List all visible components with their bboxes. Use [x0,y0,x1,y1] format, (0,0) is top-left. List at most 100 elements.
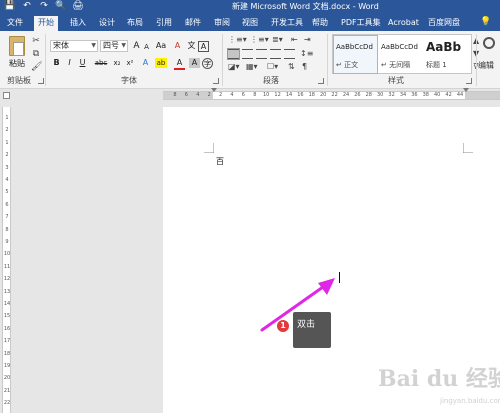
show-marks-icon[interactable]: ¶ [302,62,307,72]
ribbon-home: 粘贴 ✂ ⧉ 🖌 剪贴板 宋体 ▼ 四号 ▼ A A Aa A 文 A B I … [0,31,500,89]
character-shading-button[interactable]: A [189,58,200,68]
multilevel-list-icon[interactable]: ≣▾ [272,35,283,45]
line-spacing-icon[interactable]: ↕≡ [300,49,313,59]
tab-baidu-netdisk[interactable]: 百度网盘 [424,16,464,31]
vertical-ruler-tick-label: 3 [5,164,9,171]
ruler-tick-label: 12 [274,92,281,98]
vertical-ruler-tick-label: 15 [3,313,11,320]
tab-pdf-tools[interactable]: PDF工具集 [337,16,385,31]
tab-references[interactable]: 引用 [152,16,176,31]
shrink-font-button[interactable]: A [141,42,152,52]
style-no-spacing[interactable]: AaBbCcDd ↵ 无间隔 [379,36,422,73]
title-bar: 💾 ↶ ↷ 🔍 🖨 新建 Microsoft Word 文档.docx - Wo… [0,0,500,13]
ruler-tick-label: 36 [411,92,418,98]
distributed-button[interactable] [284,49,295,59]
ruler-tick-label: 28 [365,92,372,98]
superscript-button[interactable]: x² [124,58,136,68]
enclose-characters-button[interactable]: 字 [202,58,213,69]
font-color-button[interactable]: A [174,58,185,70]
lightbulb-icon[interactable]: 💡 [480,16,492,28]
tab-mailings[interactable]: 邮件 [181,16,205,31]
subscript-button[interactable]: x₂ [111,58,123,68]
ruler-tick-label: 26 [354,92,361,98]
paste-icon[interactable] [9,36,25,56]
vertical-ruler-tick-label: 13 [3,288,11,295]
ruler-margin-right [465,92,500,99]
align-left-button[interactable] [227,48,240,60]
styles-launcher-icon[interactable] [466,78,472,84]
horizontal-ruler[interactable]: 8 6 4 2 2 4 6 8 10 12 14 16 18 20 22 24 26 28 30 32 34 36 38 40… [163,91,500,100]
ruler-tick-label: 4 [230,92,234,98]
borders-icon[interactable]: ▦▾ [246,62,258,72]
increase-indent-icon[interactable]: ⇥ [304,35,311,45]
bold-button[interactable]: B [51,58,62,68]
save-icon[interactable]: 💾 [4,1,16,12]
justify-button[interactable] [270,49,281,59]
underline-button[interactable]: U [77,58,88,68]
shading-icon[interactable]: ◪▾ [228,62,240,72]
clear-formatting-button[interactable]: A [172,41,183,51]
decrease-indent-icon[interactable]: ⇤ [291,35,298,45]
copy-icon[interactable]: ⧉ [31,49,41,59]
tab-selector[interactable] [3,92,10,99]
editing-button-label[interactable]: 编辑 [478,61,494,71]
undo-icon[interactable]: ↶ [21,1,33,12]
vertical-ruler[interactable]: 1 2 1 2 3 4 5 6 7 8 9 10 11 12 13 14 15 16 17 18 19 20 21 22 [2,107,11,413]
first-line-indent-marker[interactable] [211,88,217,92]
search-icon[interactable] [483,37,495,49]
style-heading-1[interactable]: AaBb 标题 1 [424,36,467,73]
vertical-ruler-tick-label: 12 [3,276,11,283]
font-size-value: 四号 [103,41,119,50]
bullets-icon[interactable]: ⋮≡▾ [228,35,247,45]
text-effects-button[interactable]: A [140,58,151,68]
font-launcher-icon[interactable] [213,78,219,84]
style-normal[interactable]: AaBbCcDd ↵ 正文 [333,35,378,74]
vertical-ruler-tick-label: 1 [5,115,9,121]
tab-acrobat[interactable]: Acrobat [384,16,423,31]
tab-layout[interactable]: 布局 [123,16,147,31]
strikethrough-button[interactable]: abc [93,58,109,68]
change-case-button[interactable]: Aa [154,41,168,51]
tab-developer[interactable]: 开发工具 [267,16,307,31]
tab-home[interactable]: 开始 [34,16,58,31]
cut-icon[interactable]: ✂ [31,36,41,46]
character-border-button[interactable]: A [198,41,209,52]
redo-icon[interactable]: ↷ [38,1,50,12]
paste-button-label[interactable]: 粘贴 [9,59,25,69]
paragraph-launcher-icon[interactable] [318,78,324,84]
horizontal-ruler-row: 8 6 4 2 2 4 6 8 10 12 14 16 18 20 22 24 26 28 30 32 34 36 38 40… [0,90,500,101]
chevron-down-icon: ▼ [91,42,96,49]
tab-help[interactable]: 帮助 [308,16,332,31]
clipboard-launcher-icon[interactable] [38,78,44,84]
tab-file[interactable]: 文件 [3,16,27,31]
print-preview-icon[interactable]: 🔍 [55,1,67,12]
quick-access-toolbar: 💾 ↶ ↷ 🔍 🖨 [4,1,84,12]
font-size-select[interactable]: 四号 ▼ [100,40,128,52]
tab-review[interactable]: 审阅 [210,16,234,31]
numbering-icon[interactable]: ⋮≡▾ [250,35,269,45]
italic-button[interactable]: I [64,58,75,68]
align-center-button[interactable] [242,49,253,59]
document-text[interactable]: 百 [216,157,224,167]
sort-icon[interactable]: ⇅ [288,62,295,72]
font-name-select[interactable]: 宋体 ▼ [50,40,98,52]
align-right-button[interactable] [256,49,267,59]
callout-text: 双击 [297,320,316,330]
phonetic-guide-button[interactable]: 文 [186,41,197,51]
tab-design[interactable]: 设计 [95,16,119,31]
ruler-tick-label: 8 [173,92,177,98]
style-sample-text: AaBbCcDd [336,43,373,51]
paragraph-group-label: 段落 [263,76,279,85]
ribbon-tab-bar: 文件 开始 插入 设计 布局 引用 邮件 审阅 视图 开发工具 帮助 PDF工具… [0,13,500,31]
tab-insert[interactable]: 插入 [66,16,90,31]
highlight-button[interactable]: ab [155,58,167,68]
chinese-layout-icon[interactable]: ☐▾ [267,62,278,72]
tab-view[interactable]: 视图 [238,16,262,31]
style-name-label: ↵ 正文 [336,61,359,69]
right-indent-marker[interactable] [463,88,469,92]
format-painter-icon[interactable]: 🖌 [31,62,42,72]
chevron-down-icon: ▼ [121,42,126,49]
vertical-ruler-tick-label: 20 [3,375,11,382]
ruler-tick-label: 38 [422,92,429,98]
print-icon[interactable]: 🖨 [72,1,84,12]
